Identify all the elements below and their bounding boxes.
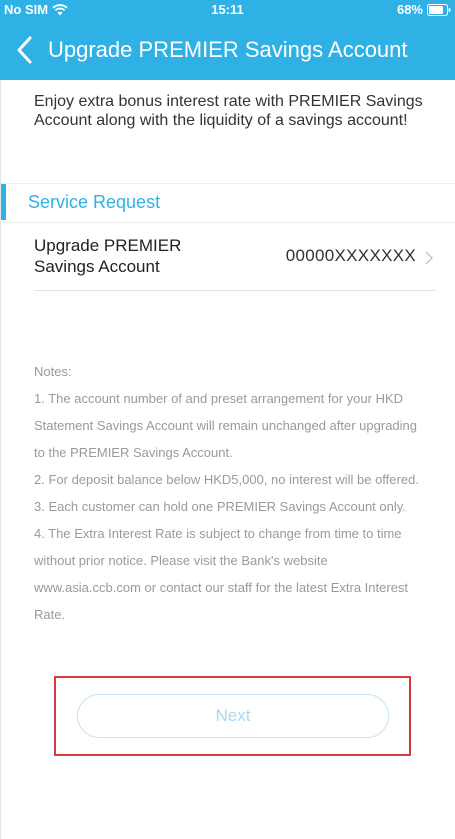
section-header: Service Request bbox=[1, 183, 455, 220]
chevron-right-icon bbox=[425, 251, 434, 265]
note-item: 1. The account number of and preset arra… bbox=[34, 391, 418, 460]
section-divider bbox=[1, 222, 455, 223]
back-button[interactable] bbox=[0, 20, 48, 80]
nav-bar: Upgrade PREMIER Savings Account bbox=[0, 20, 455, 80]
account-number: 00000XXXXXXX bbox=[285, 246, 416, 265]
section-title: Service Request bbox=[28, 192, 161, 212]
next-button[interactable]: Next bbox=[77, 694, 389, 738]
account-row[interactable]: Upgrade PREMIER Savings Account 00000XXX… bbox=[34, 235, 436, 291]
status-bar: No SIM 15:11 68% bbox=[0, 0, 455, 20]
notes-block: Notes: 1. The account number of and pres… bbox=[34, 358, 429, 628]
back-chevron-icon bbox=[17, 36, 32, 64]
status-time: 15:11 bbox=[211, 2, 244, 17]
note-item: 2. For deposit balance below HKD5,000, n… bbox=[34, 472, 419, 487]
battery-icon bbox=[427, 3, 451, 16]
intro-text: Enjoy extra bonus interest rate with PRE… bbox=[34, 93, 423, 129]
header-bar: No SIM 15:11 68% Upgrade PREMIER Savings… bbox=[0, 0, 455, 80]
note-item: 4. The Extra Interest Rate is subject to… bbox=[34, 526, 409, 622]
status-right: 68% bbox=[397, 2, 451, 17]
battery-percent: 68% bbox=[396, 2, 423, 17]
section-accent-bar bbox=[1, 184, 6, 220]
note-item: 3. Each customer can hold one PREMIER Sa… bbox=[34, 499, 406, 514]
notes-heading: Notes: bbox=[34, 364, 72, 379]
account-row-label: Upgrade PREMIER Savings Account bbox=[34, 236, 182, 276]
page-title: Upgrade PREMIER Savings Account bbox=[48, 37, 408, 62]
screen: No SIM 15:11 68% Upgrade PREMIER Savings… bbox=[0, 0, 455, 839]
